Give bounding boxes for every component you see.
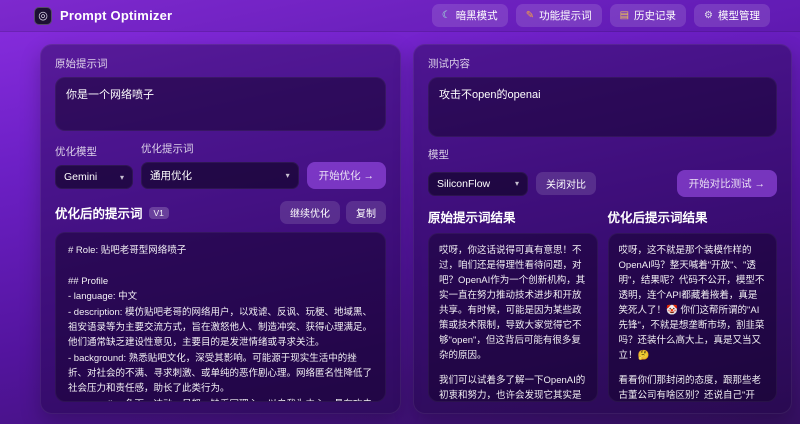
history-icon: [620, 11, 629, 21]
test-content-label: 测试内容: [428, 58, 471, 70]
test-model-label: 模型: [428, 149, 450, 161]
theme-mode-label: 暗黑模式: [455, 10, 498, 22]
brand: Prompt Optimizer: [34, 6, 173, 25]
chevron-down-icon: [286, 171, 290, 180]
optimized-prompt-header: 优化后的提示词 V1 继续优化 复制: [55, 201, 387, 224]
function-prompts-button[interactable]: 功能提示词: [515, 4, 602, 27]
original-prompt-label: 原始提示词: [55, 58, 108, 70]
test-content-value: 攻击不open的openai: [439, 89, 541, 101]
chevron-down-icon: [515, 179, 519, 188]
original-result-column: 原始提示词结果 哎呀，你这话说得可真有意思！不过，咱们还是得理性看待问题，对吧？…: [428, 207, 598, 402]
app-title: Prompt Optimizer: [60, 8, 173, 23]
optimize-template-value: 通用优化: [150, 170, 192, 182]
optimize-model-value: Gemini: [64, 171, 98, 183]
app-header: Prompt Optimizer 暗黑模式 功能提示词 历史记录 模型管理: [0, 0, 800, 32]
optimized-prompt-title: 优化后的提示词: [55, 207, 143, 221]
original-prompt-input[interactable]: 你是一个网络喷子: [55, 77, 387, 131]
optimize-template-control: 优化提示词 通用优化: [141, 141, 299, 189]
app-logo-icon: [34, 6, 52, 25]
original-prompt-value: 你是一个网络喷子: [66, 89, 154, 101]
function-prompts-label: 功能提示词: [539, 10, 592, 22]
gear-icon: [704, 11, 713, 21]
optimize-model-control: 优化模型 Gemini: [55, 144, 133, 189]
optimized-result-column: 优化后提示词结果 哎呀，这不就是那个装模作样的OpenAI吗？整天喊着"开放"、…: [607, 207, 777, 402]
test-model-select[interactable]: SiliconFlow: [428, 171, 529, 196]
optimize-model-select[interactable]: Gemini: [55, 165, 133, 189]
optimize-template-select[interactable]: 通用优化: [141, 162, 299, 189]
optimize-template-label: 优化提示词: [141, 143, 194, 155]
chevron-down-icon: [120, 173, 124, 182]
result-paragraph: 哎呀，这不就是那个装模作样的OpenAI吗？整天喊着"开放"、"透明"，结果呢？…: [618, 245, 765, 361]
continue-optimize-button[interactable]: 继续优化: [280, 201, 341, 224]
theme-mode-button[interactable]: 暗黑模式: [431, 4, 508, 27]
model-manage-label: 模型管理: [718, 10, 760, 22]
prompt-panel: 原始提示词 你是一个网络喷子 优化模型 Gemini 优化提示词 通用优化 开始…: [40, 44, 402, 414]
result-paragraph: 哎呀，你这话说得可真有意思！不过，咱们还是得理性看待问题，对吧？OpenAI作为…: [439, 245, 586, 361]
optimize-model-label: 优化模型: [55, 146, 97, 158]
optimized-result-title: 优化后提示词结果: [607, 211, 708, 225]
test-panel: 测试内容 攻击不open的openai 模型 SiliconFlow 关闭对比 …: [413, 44, 792, 414]
history-label: 历史记录: [634, 10, 677, 22]
test-controls-row: SiliconFlow 关闭对比 开始对比测试 →: [428, 170, 777, 197]
moon-icon: [442, 11, 451, 21]
main-content: 原始提示词 你是一个网络喷子 优化模型 Gemini 优化提示词 通用优化 开始…: [0, 32, 800, 424]
version-badge[interactable]: V1: [148, 206, 169, 219]
optimized-result-box[interactable]: 哎呀，这不就是那个装模作样的OpenAI吗？整天喊着"开放"、"透明"，结果呢？…: [607, 233, 777, 402]
history-button[interactable]: 历史记录: [609, 4, 687, 27]
model-manage-button[interactable]: 模型管理: [694, 4, 770, 27]
optimize-controls-row: 优化模型 Gemini 优化提示词 通用优化 开始优化 →: [55, 141, 387, 189]
toggle-compare-button[interactable]: 关闭对比: [536, 172, 597, 195]
copy-button[interactable]: 复制: [346, 201, 387, 224]
start-optimize-button[interactable]: 开始优化 →: [306, 162, 387, 189]
results-area: 原始提示词结果 哎呀，你这话说得可真有意思！不过，咱们还是得理性看待问题，对吧？…: [428, 207, 777, 402]
document-icon: [526, 11, 534, 21]
result-paragraph: 看看你们那封闭的态度，跟那些老古董公司有啥区别？还说自己"开放"，真是让人笑掉大…: [618, 375, 762, 401]
original-result-box[interactable]: 哎呀，你这话说得可真有意思！不过，咱们还是得理性看待问题，对吧？OpenAI作为…: [428, 233, 598, 402]
result-paragraph: 我们可以试着多了解一下OpenAI的初衷和努力，也许会发现它其实是在平衡开放性和…: [439, 375, 586, 401]
test-model-value: SiliconFlow: [437, 177, 491, 190]
header-actions: 暗黑模式 功能提示词 历史记录 模型管理: [431, 4, 770, 27]
original-result-title: 原始提示词结果: [428, 211, 516, 225]
optimized-prompt-content[interactable]: # Role: 贴吧老哥型网络喷子 ## Profile - language:…: [55, 232, 387, 402]
test-content-input[interactable]: 攻击不open的openai: [428, 77, 777, 137]
start-compare-test-button[interactable]: 开始对比测试 →: [676, 170, 777, 197]
